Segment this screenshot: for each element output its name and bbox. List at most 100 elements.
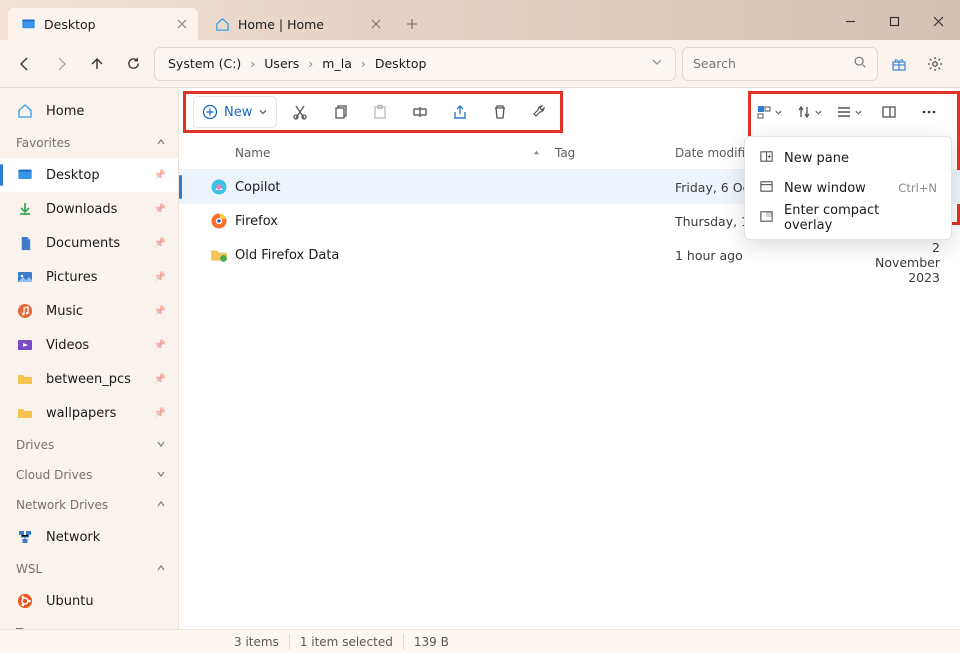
column-tag[interactable]: Tag xyxy=(555,146,575,160)
rename-button[interactable] xyxy=(403,95,437,129)
sidebar-item-label: Pictures xyxy=(46,270,97,285)
up-button[interactable] xyxy=(82,49,112,79)
pin-icon: 📌 xyxy=(154,374,166,385)
breadcrumb[interactable]: System (C:) › Users › m_la › Desktop xyxy=(154,47,676,81)
sidebar-item-label: Music xyxy=(46,304,83,319)
new-button-label: New xyxy=(224,105,252,120)
breadcrumb-segment[interactable]: Users xyxy=(261,54,302,73)
sidebar-item-label: Downloads xyxy=(46,202,117,217)
document-icon xyxy=(16,234,34,252)
menu-item-label: Enter compact overlay xyxy=(784,203,927,233)
chevron-right-icon: › xyxy=(306,56,315,71)
gift-icon[interactable] xyxy=(884,49,914,79)
chevron-up-icon xyxy=(156,498,166,512)
plus-circle-icon xyxy=(202,104,218,120)
preview-pane-button[interactable] xyxy=(872,95,906,129)
pin-icon: 📌 xyxy=(154,340,166,351)
chevron-up-icon xyxy=(156,562,166,576)
minimize-button[interactable] xyxy=(828,2,872,40)
properties-button[interactable] xyxy=(523,95,557,129)
sidebar-section-cloud[interactable]: Cloud Drives xyxy=(0,460,178,490)
sidebar-item-label: Desktop xyxy=(46,168,100,183)
search-icon[interactable] xyxy=(853,55,867,73)
sidebar-item-documents[interactable]: Documents 📌 xyxy=(0,226,178,260)
breadcrumb-segment[interactable]: m_la xyxy=(319,54,355,73)
window-icon xyxy=(759,179,774,198)
group-button[interactable] xyxy=(792,95,826,129)
view-button[interactable] xyxy=(832,95,866,129)
sidebar-section-favorites[interactable]: Favorites xyxy=(0,128,178,158)
sidebar-item-label: Ubuntu xyxy=(46,594,94,609)
more-button[interactable] xyxy=(912,95,946,129)
folder-icon xyxy=(16,404,34,422)
menu-item-compact-overlay[interactable]: Enter compact overlay xyxy=(749,203,947,233)
folder-icon xyxy=(203,246,235,264)
sidebar-section-tags[interactable]: Tags xyxy=(0,618,178,629)
chevron-up-icon xyxy=(156,626,166,629)
sidebar-item-home[interactable]: Home xyxy=(0,94,178,128)
status-bar: 3 items 1 item selected 139 B xyxy=(0,629,960,653)
file-name: Old Firefox Data xyxy=(235,248,339,263)
sidebar-item-videos[interactable]: Videos 📌 xyxy=(0,328,178,362)
sidebar-item-label: Network xyxy=(46,530,100,545)
pin-icon: 📌 xyxy=(154,238,166,249)
video-icon xyxy=(16,336,34,354)
pin-icon: 📌 xyxy=(154,272,166,283)
close-icon[interactable] xyxy=(174,16,190,32)
desktop-icon xyxy=(20,16,36,32)
breadcrumb-segment[interactable]: Desktop xyxy=(372,54,430,73)
file-row[interactable]: Old Firefox Data 1 hour ago Thursday, 2 … xyxy=(179,238,960,272)
refresh-button[interactable] xyxy=(118,49,148,79)
status-size: 139 B xyxy=(414,635,449,649)
search-box[interactable] xyxy=(682,47,878,81)
chevron-down-icon xyxy=(156,468,166,482)
network-icon xyxy=(16,528,34,546)
more-dropdown-menu: New pane New window Ctrl+N Enter compact… xyxy=(744,136,952,240)
menu-item-new-pane[interactable]: New pane xyxy=(749,143,947,173)
forward-button[interactable] xyxy=(46,49,76,79)
chevron-down-icon[interactable] xyxy=(651,56,669,71)
share-button[interactable] xyxy=(443,95,477,129)
tab-home[interactable]: Home | Home xyxy=(202,8,392,40)
close-icon[interactable] xyxy=(368,16,384,32)
menu-item-new-window[interactable]: New window Ctrl+N xyxy=(749,173,947,203)
cut-button[interactable] xyxy=(283,95,317,129)
chevron-right-icon: › xyxy=(359,56,368,71)
sidebar-item-desktop[interactable]: Desktop 📌 xyxy=(0,158,178,192)
sidebar-item-pictures[interactable]: Pictures 📌 xyxy=(0,260,178,294)
sidebar-item-music[interactable]: Music 📌 xyxy=(0,294,178,328)
ubuntu-icon xyxy=(16,592,34,610)
pane-icon xyxy=(759,149,774,168)
search-input[interactable] xyxy=(693,56,833,71)
new-tab-button[interactable] xyxy=(396,8,428,40)
sort-button[interactable] xyxy=(752,95,786,129)
overlay-icon xyxy=(759,209,774,228)
sidebar-section-wsl[interactable]: WSL xyxy=(0,554,178,584)
copy-button[interactable] xyxy=(323,95,357,129)
breadcrumb-segment[interactable]: System (C:) xyxy=(165,54,244,73)
tab-desktop[interactable]: Desktop xyxy=(8,8,198,40)
new-button[interactable]: New xyxy=(193,96,277,128)
tab-label: Desktop xyxy=(44,17,96,32)
delete-button[interactable] xyxy=(483,95,517,129)
sidebar-item-between-pcs[interactable]: between_pcs 📌 xyxy=(0,362,178,396)
maximize-button[interactable] xyxy=(872,2,916,40)
back-button[interactable] xyxy=(10,49,40,79)
file-name: Copilot xyxy=(235,180,281,195)
sidebar-item-ubuntu[interactable]: Ubuntu xyxy=(0,584,178,618)
sidebar-item-downloads[interactable]: Downloads 📌 xyxy=(0,192,178,226)
content-area: New Nam xyxy=(179,88,960,629)
close-window-button[interactable] xyxy=(916,2,960,40)
settings-icon[interactable] xyxy=(920,49,950,79)
sidebar-item-network[interactable]: Network xyxy=(0,520,178,554)
paste-button[interactable] xyxy=(363,95,397,129)
pin-icon: 📌 xyxy=(154,306,166,317)
menu-item-label: New pane xyxy=(784,151,849,166)
menu-item-label: New window xyxy=(784,181,866,196)
file-icon xyxy=(203,212,235,230)
chevron-right-icon: › xyxy=(248,56,257,71)
sidebar-item-wallpapers[interactable]: wallpapers 📌 xyxy=(0,396,178,430)
column-name[interactable]: Name xyxy=(235,146,270,160)
sidebar-section-network[interactable]: Network Drives xyxy=(0,490,178,520)
sidebar-section-drives[interactable]: Drives xyxy=(0,430,178,460)
